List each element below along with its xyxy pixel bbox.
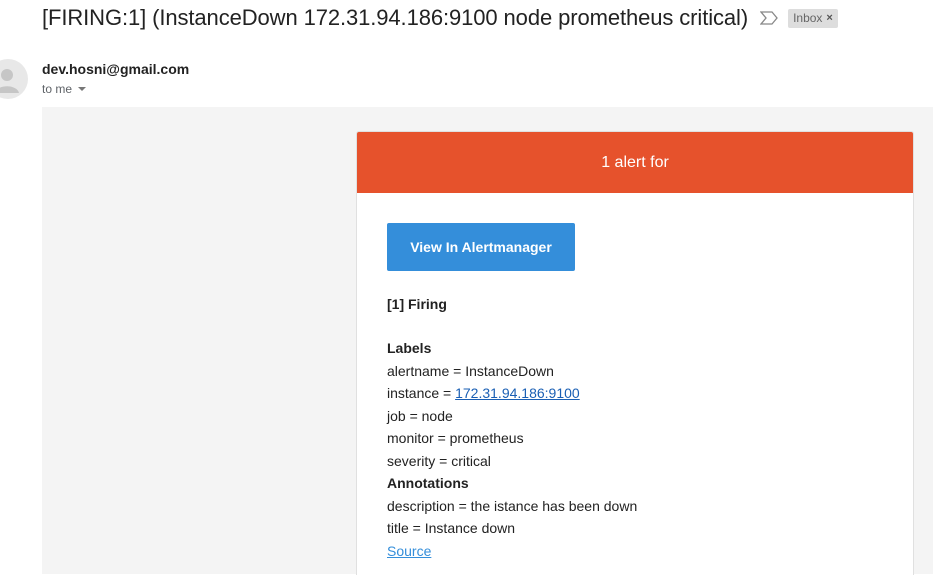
label-value: InstanceDown: [465, 362, 554, 379]
annotation-line: title = Instance down: [387, 517, 883, 540]
recipient-label: to me: [42, 82, 73, 96]
sender-address[interactable]: dev.hosni@gmail.com: [42, 61, 189, 77]
annotation-key: description =: [387, 497, 471, 514]
label-line: monitor = prometheus: [387, 427, 883, 450]
alert-card: 1 alert for View In Alertmanager [1] Fir…: [356, 131, 914, 575]
annotations-section: Annotations description = the istance ha…: [387, 472, 883, 562]
alert-card-header: 1 alert for: [357, 132, 913, 193]
annotation-line: description = the istance has been down: [387, 495, 883, 518]
email-subject-row: [FIRING:1] (InstanceDown 172.31.94.186:9…: [42, 4, 838, 32]
label-line: alertname = InstanceDown: [387, 360, 883, 383]
dropdown-caret-icon[interactable]: [78, 87, 87, 91]
email-subject: [FIRING:1] (InstanceDown 172.31.94.186:9…: [42, 5, 749, 30]
label-value: prometheus: [449, 430, 524, 446]
view-in-alertmanager-button[interactable]: View In Alertmanager: [387, 223, 575, 271]
label-value: node: [421, 407, 453, 424]
labels-section: Labels alertname = InstanceDown instance…: [387, 337, 883, 472]
badge-close-icon[interactable]: ×: [826, 12, 832, 24]
labels-title: Labels: [387, 340, 432, 356]
source-link[interactable]: Source: [387, 543, 431, 559]
label-key: job =: [387, 407, 422, 424]
recipient-line[interactable]: to me: [42, 82, 87, 96]
annotation-key: title =: [387, 520, 425, 536]
important-marker-icon[interactable]: [759, 11, 778, 25]
firing-title: [1] Firing: [387, 296, 447, 312]
source-line: Source: [387, 540, 883, 563]
label-key: alertname =: [387, 362, 466, 379]
label-key: monitor =: [387, 430, 450, 446]
label-key: instance =: [387, 385, 456, 401]
annotation-value: Instance down: [424, 520, 516, 536]
inbox-label-badge[interactable]: Inbox ×: [788, 8, 838, 28]
label-value: critical: [451, 452, 491, 469]
avatar-person-icon: [0, 59, 28, 99]
label-line: instance = 172.31.94.186:9100: [387, 382, 883, 405]
alert-header-text: 1 alert for: [601, 153, 669, 171]
annotations-title: Annotations: [387, 475, 469, 491]
instance-link[interactable]: 172.31.94.186:9100: [455, 385, 580, 401]
inbox-badge-label: Inbox: [793, 10, 823, 25]
label-key: severity =: [387, 452, 452, 469]
label-line: severity = critical: [387, 450, 883, 473]
annotation-value: the istance has been down: [470, 497, 638, 514]
alert-card-body: View In Alertmanager [1] Firing Labels a…: [357, 193, 913, 562]
label-line: job = node: [387, 405, 883, 428]
